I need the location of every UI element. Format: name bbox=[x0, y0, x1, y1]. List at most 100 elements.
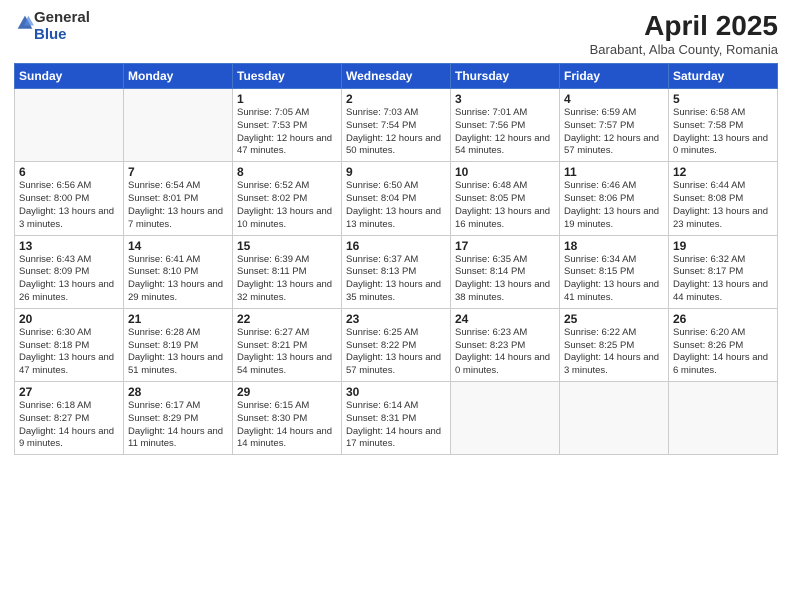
table-cell: 11Sunrise: 6:46 AMSunset: 8:06 PMDayligh… bbox=[560, 162, 669, 235]
table-cell bbox=[669, 382, 778, 455]
day-info: Sunrise: 6:14 AMSunset: 8:31 PMDaylight:… bbox=[346, 400, 446, 451]
col-tuesday: Tuesday bbox=[233, 64, 342, 89]
day-number: 25 bbox=[564, 312, 664, 326]
table-cell: 26Sunrise: 6:20 AMSunset: 8:26 PMDayligh… bbox=[669, 308, 778, 381]
day-info: Sunrise: 6:34 AMSunset: 8:15 PMDaylight:… bbox=[564, 254, 664, 305]
table-cell bbox=[124, 89, 233, 162]
table-cell: 15Sunrise: 6:39 AMSunset: 8:11 PMDayligh… bbox=[233, 235, 342, 308]
day-info: Sunrise: 6:28 AMSunset: 8:19 PMDaylight:… bbox=[128, 327, 228, 378]
day-number: 8 bbox=[237, 165, 337, 179]
day-number: 17 bbox=[455, 239, 555, 253]
col-friday: Friday bbox=[560, 64, 669, 89]
table-cell bbox=[560, 382, 669, 455]
day-info: Sunrise: 6:17 AMSunset: 8:29 PMDaylight:… bbox=[128, 400, 228, 451]
day-number: 22 bbox=[237, 312, 337, 326]
table-cell: 4Sunrise: 6:59 AMSunset: 7:57 PMDaylight… bbox=[560, 89, 669, 162]
header: General Blue April 2025 Barabant, Alba C… bbox=[14, 10, 778, 57]
col-thursday: Thursday bbox=[451, 64, 560, 89]
location: Barabant, Alba County, Romania bbox=[590, 42, 778, 57]
title-block: April 2025 Barabant, Alba County, Romani… bbox=[590, 10, 778, 57]
calendar-week-row: 1Sunrise: 7:05 AMSunset: 7:53 PMDaylight… bbox=[15, 89, 778, 162]
day-number: 18 bbox=[564, 239, 664, 253]
day-number: 9 bbox=[346, 165, 446, 179]
day-info: Sunrise: 6:25 AMSunset: 8:22 PMDaylight:… bbox=[346, 327, 446, 378]
day-number: 11 bbox=[564, 165, 664, 179]
day-info: Sunrise: 6:30 AMSunset: 8:18 PMDaylight:… bbox=[19, 327, 119, 378]
day-info: Sunrise: 6:27 AMSunset: 8:21 PMDaylight:… bbox=[237, 327, 337, 378]
day-number: 7 bbox=[128, 165, 228, 179]
col-monday: Monday bbox=[124, 64, 233, 89]
table-cell: 28Sunrise: 6:17 AMSunset: 8:29 PMDayligh… bbox=[124, 382, 233, 455]
day-number: 29 bbox=[237, 385, 337, 399]
calendar-week-row: 6Sunrise: 6:56 AMSunset: 8:00 PMDaylight… bbox=[15, 162, 778, 235]
calendar-week-row: 20Sunrise: 6:30 AMSunset: 8:18 PMDayligh… bbox=[15, 308, 778, 381]
day-info: Sunrise: 6:50 AMSunset: 8:04 PMDaylight:… bbox=[346, 180, 446, 231]
day-info: Sunrise: 6:39 AMSunset: 8:11 PMDaylight:… bbox=[237, 254, 337, 305]
logo-icon bbox=[16, 14, 34, 32]
day-info: Sunrise: 6:15 AMSunset: 8:30 PMDaylight:… bbox=[237, 400, 337, 451]
table-cell bbox=[15, 89, 124, 162]
table-cell: 27Sunrise: 6:18 AMSunset: 8:27 PMDayligh… bbox=[15, 382, 124, 455]
day-info: Sunrise: 6:22 AMSunset: 8:25 PMDaylight:… bbox=[564, 327, 664, 378]
month-year: April 2025 bbox=[590, 10, 778, 42]
table-cell: 18Sunrise: 6:34 AMSunset: 8:15 PMDayligh… bbox=[560, 235, 669, 308]
day-number: 10 bbox=[455, 165, 555, 179]
page: General Blue April 2025 Barabant, Alba C… bbox=[0, 0, 792, 612]
calendar-table: Sunday Monday Tuesday Wednesday Thursday… bbox=[14, 63, 778, 455]
logo: General Blue bbox=[14, 10, 90, 43]
day-info: Sunrise: 7:05 AMSunset: 7:53 PMDaylight:… bbox=[237, 107, 337, 158]
table-cell: 8Sunrise: 6:52 AMSunset: 8:02 PMDaylight… bbox=[233, 162, 342, 235]
table-cell: 7Sunrise: 6:54 AMSunset: 8:01 PMDaylight… bbox=[124, 162, 233, 235]
day-info: Sunrise: 6:43 AMSunset: 8:09 PMDaylight:… bbox=[19, 254, 119, 305]
day-info: Sunrise: 6:46 AMSunset: 8:06 PMDaylight:… bbox=[564, 180, 664, 231]
day-info: Sunrise: 7:01 AMSunset: 7:56 PMDaylight:… bbox=[455, 107, 555, 158]
table-cell: 22Sunrise: 6:27 AMSunset: 8:21 PMDayligh… bbox=[233, 308, 342, 381]
table-cell: 25Sunrise: 6:22 AMSunset: 8:25 PMDayligh… bbox=[560, 308, 669, 381]
table-cell: 21Sunrise: 6:28 AMSunset: 8:19 PMDayligh… bbox=[124, 308, 233, 381]
day-number: 1 bbox=[237, 92, 337, 106]
col-saturday: Saturday bbox=[669, 64, 778, 89]
day-number: 24 bbox=[455, 312, 555, 326]
day-info: Sunrise: 6:58 AMSunset: 7:58 PMDaylight:… bbox=[673, 107, 773, 158]
day-number: 30 bbox=[346, 385, 446, 399]
day-number: 2 bbox=[346, 92, 446, 106]
day-info: Sunrise: 6:54 AMSunset: 8:01 PMDaylight:… bbox=[128, 180, 228, 231]
day-number: 13 bbox=[19, 239, 119, 253]
logo-blue-text: Blue bbox=[34, 27, 90, 44]
day-number: 6 bbox=[19, 165, 119, 179]
day-info: Sunrise: 6:44 AMSunset: 8:08 PMDaylight:… bbox=[673, 180, 773, 231]
logo-general-text: General bbox=[34, 10, 90, 27]
table-cell: 29Sunrise: 6:15 AMSunset: 8:30 PMDayligh… bbox=[233, 382, 342, 455]
table-cell: 6Sunrise: 6:56 AMSunset: 8:00 PMDaylight… bbox=[15, 162, 124, 235]
day-number: 4 bbox=[564, 92, 664, 106]
day-info: Sunrise: 7:03 AMSunset: 7:54 PMDaylight:… bbox=[346, 107, 446, 158]
table-cell: 5Sunrise: 6:58 AMSunset: 7:58 PMDaylight… bbox=[669, 89, 778, 162]
day-number: 3 bbox=[455, 92, 555, 106]
calendar-header-row: Sunday Monday Tuesday Wednesday Thursday… bbox=[15, 64, 778, 89]
col-sunday: Sunday bbox=[15, 64, 124, 89]
day-info: Sunrise: 6:56 AMSunset: 8:00 PMDaylight:… bbox=[19, 180, 119, 231]
day-number: 20 bbox=[19, 312, 119, 326]
day-info: Sunrise: 6:35 AMSunset: 8:14 PMDaylight:… bbox=[455, 254, 555, 305]
table-cell: 13Sunrise: 6:43 AMSunset: 8:09 PMDayligh… bbox=[15, 235, 124, 308]
day-info: Sunrise: 6:20 AMSunset: 8:26 PMDaylight:… bbox=[673, 327, 773, 378]
day-number: 12 bbox=[673, 165, 773, 179]
day-number: 28 bbox=[128, 385, 228, 399]
calendar-week-row: 27Sunrise: 6:18 AMSunset: 8:27 PMDayligh… bbox=[15, 382, 778, 455]
day-info: Sunrise: 6:18 AMSunset: 8:27 PMDaylight:… bbox=[19, 400, 119, 451]
day-info: Sunrise: 6:41 AMSunset: 8:10 PMDaylight:… bbox=[128, 254, 228, 305]
day-number: 14 bbox=[128, 239, 228, 253]
calendar-week-row: 13Sunrise: 6:43 AMSunset: 8:09 PMDayligh… bbox=[15, 235, 778, 308]
table-cell: 30Sunrise: 6:14 AMSunset: 8:31 PMDayligh… bbox=[342, 382, 451, 455]
table-cell: 10Sunrise: 6:48 AMSunset: 8:05 PMDayligh… bbox=[451, 162, 560, 235]
table-cell: 14Sunrise: 6:41 AMSunset: 8:10 PMDayligh… bbox=[124, 235, 233, 308]
logo-text: General Blue bbox=[34, 10, 90, 43]
day-info: Sunrise: 6:32 AMSunset: 8:17 PMDaylight:… bbox=[673, 254, 773, 305]
day-number: 21 bbox=[128, 312, 228, 326]
day-info: Sunrise: 6:23 AMSunset: 8:23 PMDaylight:… bbox=[455, 327, 555, 378]
table-cell: 19Sunrise: 6:32 AMSunset: 8:17 PMDayligh… bbox=[669, 235, 778, 308]
day-number: 5 bbox=[673, 92, 773, 106]
table-cell: 1Sunrise: 7:05 AMSunset: 7:53 PMDaylight… bbox=[233, 89, 342, 162]
table-cell: 23Sunrise: 6:25 AMSunset: 8:22 PMDayligh… bbox=[342, 308, 451, 381]
table-cell: 24Sunrise: 6:23 AMSunset: 8:23 PMDayligh… bbox=[451, 308, 560, 381]
